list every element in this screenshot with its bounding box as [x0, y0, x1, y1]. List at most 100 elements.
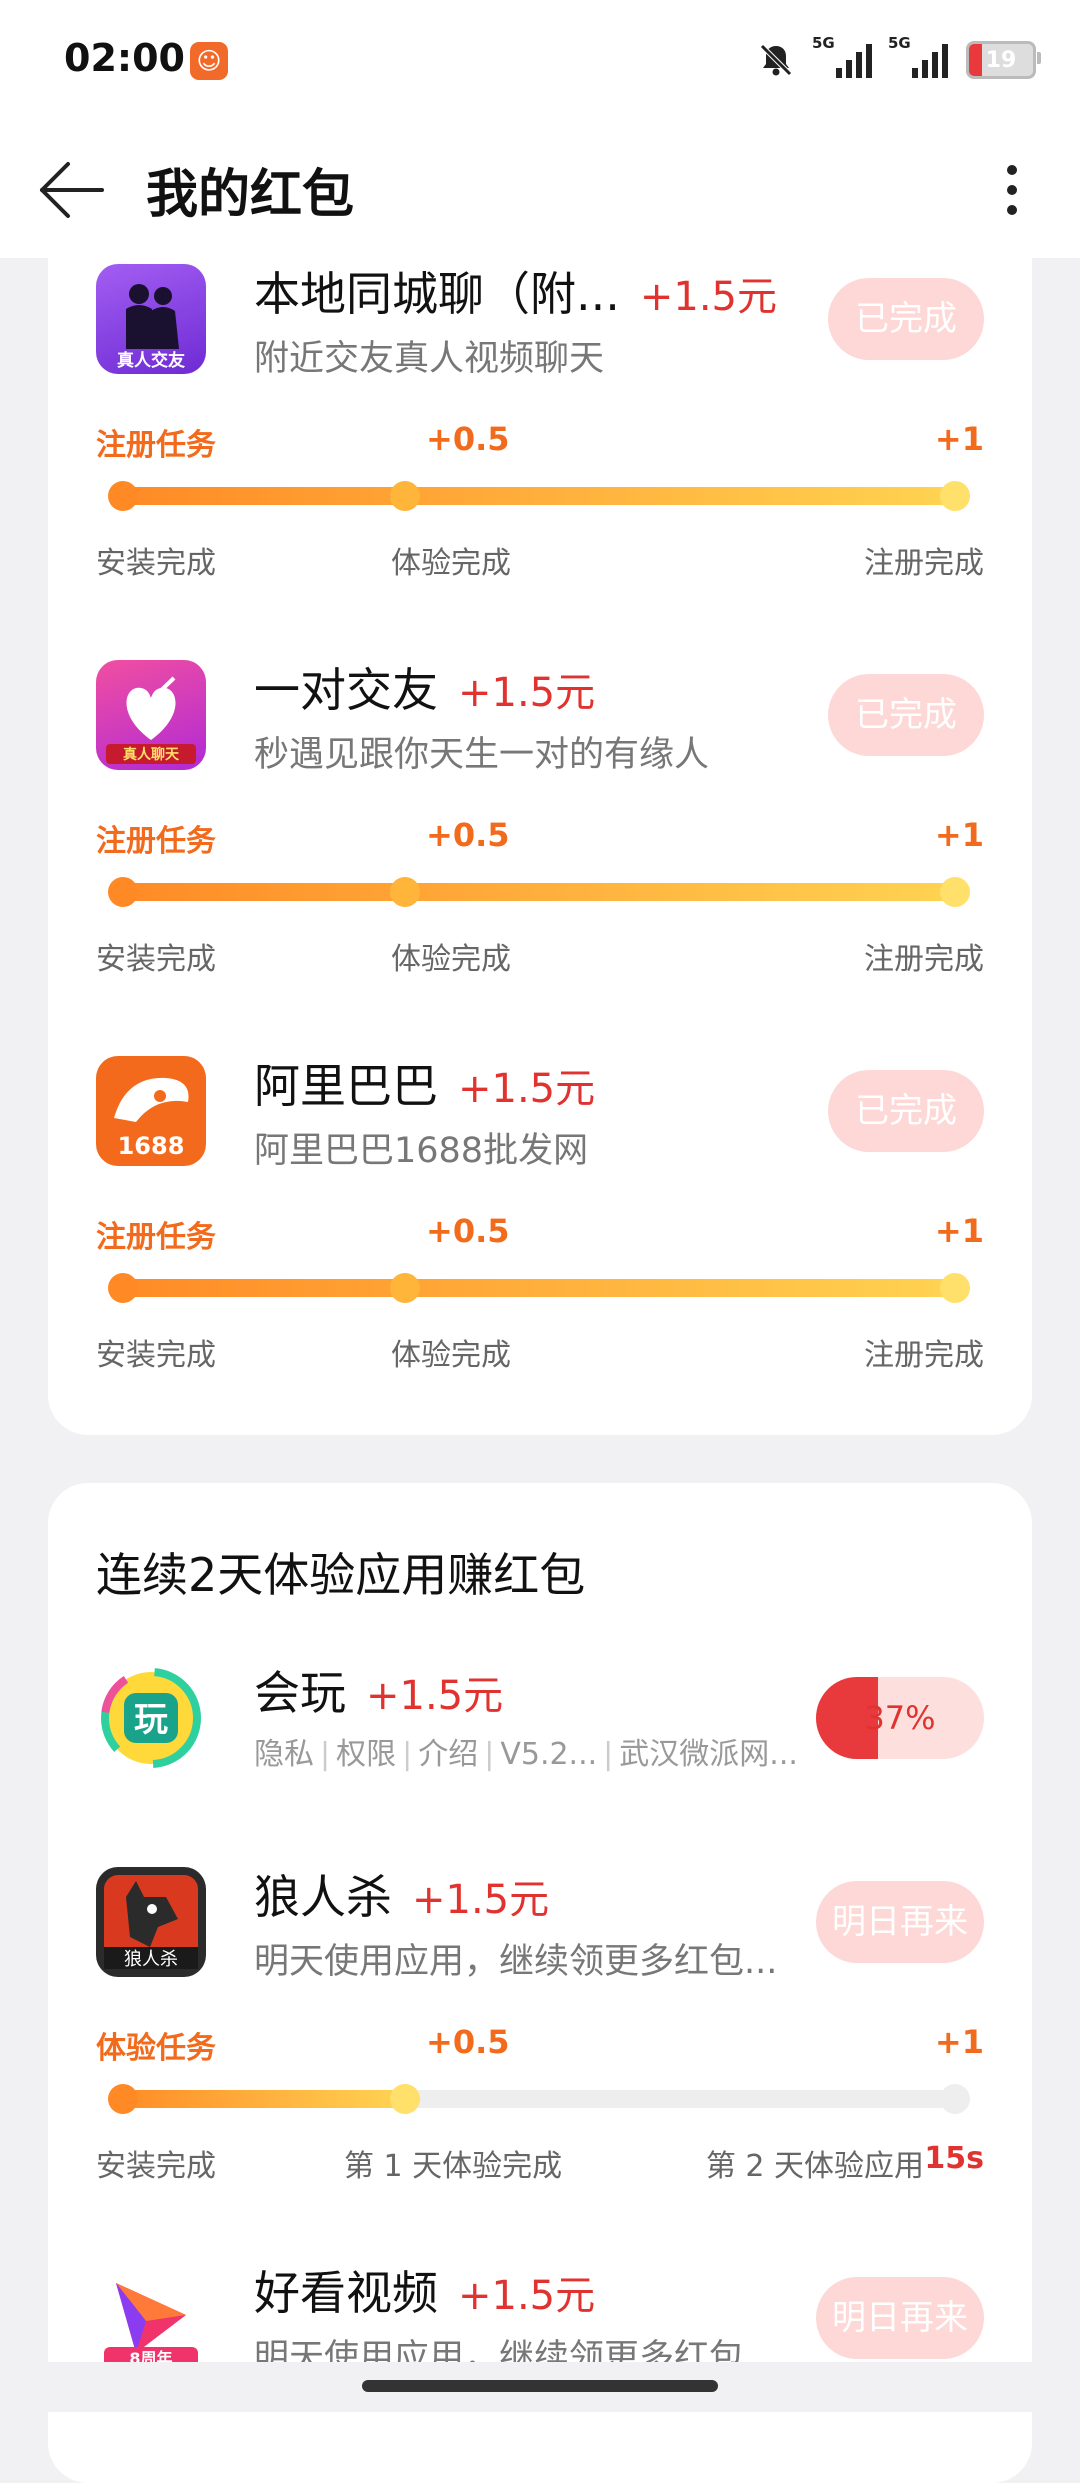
completed-button[interactable]: 已完成 — [828, 278, 984, 360]
more-options-button[interactable] — [980, 154, 1044, 226]
app-name: 本地同城聊（附... +1.5元 — [254, 267, 778, 321]
back-arrow-icon — [40, 162, 104, 218]
completed-button[interactable]: 已完成 — [828, 1070, 984, 1152]
progress-dot — [108, 481, 138, 511]
more-dot-icon — [1007, 165, 1017, 175]
stage-label: 第 2 天体验应用 — [705, 2149, 924, 2184]
stage-countdown: 15s — [924, 2141, 984, 2176]
stage-label: 第 1 天体验完成 — [344, 2149, 563, 2184]
two-day-experience-card: 连续2天体验应用赚红包 玩 会玩 +1.5元 隐私 | 权限 | 介绍 | V5.2... | 武… — [48, 1483, 1032, 2483]
task-end-reward: +1 — [934, 816, 984, 854]
app-icon-text: 1688 — [118, 1132, 185, 1160]
progress-percent: 37% — [864, 1699, 936, 1737]
progress-dot — [108, 2084, 138, 2114]
task-mid-reward: +0.5 — [426, 420, 510, 458]
app-description: 明天使用应用，继续领更多红包... — [254, 1942, 778, 1982]
progress-dot — [940, 1273, 970, 1303]
progress-track — [108, 877, 970, 907]
progress-dot — [940, 877, 970, 907]
app-notification-icon: ☺ — [190, 42, 228, 80]
reward-amount: +1.5元 — [412, 1877, 550, 1923]
status-time: 02:00 — [64, 36, 185, 80]
task-mid-reward: +0.5 — [426, 1212, 510, 1250]
stage-label: 安装完成 — [96, 942, 216, 977]
app-icon-huiwan: 玩 — [96, 1663, 206, 1773]
completed-button[interactable]: 已完成 — [828, 674, 984, 756]
progress-dot — [108, 877, 138, 907]
app-meta-links: 隐私 | 权限 | 介绍 | V5.2... | 武汉微派网... — [254, 1737, 798, 1772]
stage-label: 注册完成 — [864, 1338, 984, 1373]
task-label: 注册任务 — [96, 824, 216, 859]
progress-dot — [940, 2084, 970, 2114]
status-icons: 5G 5G 19 — [756, 34, 1041, 82]
battery-level: 19 — [985, 47, 1017, 73]
progress-track — [108, 1273, 970, 1303]
task-label: 体验任务 — [96, 2031, 216, 2066]
more-dot-icon — [1007, 185, 1017, 195]
back-button[interactable] — [36, 154, 108, 226]
app-name: 好看视频 +1.5元 — [254, 2266, 596, 2320]
stage-label: 安装完成 — [96, 1338, 216, 1373]
signal-5g-icon: 5G — [812, 34, 872, 78]
privacy-link[interactable]: 隐私 — [254, 1737, 314, 1772]
app-icon-text: 狼人杀 — [124, 1949, 178, 1970]
come-back-tomorrow-button[interactable]: 明日再来 — [816, 1881, 984, 1963]
app-description: 阿里巴巴1688批发网 — [254, 1131, 589, 1171]
registration-tasks-card: 真人交友 本地同城聊（附... +1.5元 附近交友真人视频聊天 已完成 注册任务… — [48, 240, 1032, 1435]
stage-label: 体验完成 — [391, 1338, 511, 1373]
stage-label: 体验完成 — [391, 546, 511, 581]
app-icon-alibaba: 1688 — [96, 1056, 206, 1166]
app-icon-local-chat: 真人交友 — [96, 264, 206, 374]
battery-icon: 19 — [966, 41, 1041, 79]
progress-track — [108, 2084, 970, 2114]
app-icon-text: 玩 — [134, 1700, 168, 1740]
stage-label: 体验完成 — [391, 942, 511, 977]
stage-label: 注册完成 — [864, 942, 984, 977]
task-mid-reward: +0.5 — [426, 2023, 510, 2061]
version-text: V5.2... — [500, 1737, 598, 1772]
developer-text: 武汉微派网... — [619, 1737, 798, 1772]
app-description: 附近交友真人视频聊天 — [254, 339, 605, 379]
app-name: 一对交友 +1.5元 — [254, 663, 596, 717]
progress-track — [108, 481, 970, 511]
reward-amount: +1.5元 — [458, 670, 596, 716]
app-icon-text: 真人聊天 — [123, 746, 180, 763]
permissions-link[interactable]: 权限 — [336, 1737, 396, 1772]
signal-5g-icon: 5G — [888, 34, 948, 78]
download-progress-button[interactable]: 37% — [816, 1677, 984, 1759]
task-mid-reward: +0.5 — [426, 816, 510, 854]
stage-label: 安装完成 — [96, 2149, 216, 2184]
come-back-tomorrow-button[interactable]: 明日再来 — [816, 2277, 984, 2359]
progress-dot — [108, 1273, 138, 1303]
more-dot-icon — [1007, 205, 1017, 215]
progress-dot — [390, 2084, 420, 2114]
app-icon-haokan-video: 8周年 — [96, 2263, 206, 2373]
app-description: 秒遇见跟你天生一对的有缘人 — [254, 735, 710, 775]
progress-dot — [390, 1273, 420, 1303]
section-title: 连续2天体验应用赚红包 — [96, 1548, 586, 1602]
app-bar: 我的红包 — [0, 120, 1080, 258]
home-indicator[interactable] — [362, 2380, 718, 2392]
app-icon-werewolf: 狼人杀 — [96, 1867, 206, 1977]
progress-dot — [390, 877, 420, 907]
progress-fill — [114, 2090, 404, 2108]
app-name: 会玩 +1.5元 — [254, 1666, 504, 1720]
reward-amount: +1.5元 — [458, 2273, 596, 2319]
reward-amount: +1.5元 — [366, 1673, 504, 1719]
task-label: 注册任务 — [96, 1220, 216, 1255]
task-label: 注册任务 — [96, 428, 216, 463]
reward-amount: +1.5元 — [639, 274, 778, 320]
status-bar: 02:00 ☺ 5G 5G 19 — [0, 0, 1080, 120]
reward-amount: +1.5元 — [458, 1066, 596, 1112]
app-name: 狼人杀 +1.5元 — [254, 1870, 550, 1924]
stage-label: 安装完成 — [96, 546, 216, 581]
task-end-reward: +1 — [934, 1212, 984, 1250]
stage-label: 注册完成 — [864, 546, 984, 581]
intro-link[interactable]: 介绍 — [418, 1737, 478, 1772]
page-title: 我的红包 — [146, 165, 355, 225]
task-end-reward: +1 — [934, 2023, 984, 2061]
app-name: 阿里巴巴 +1.5元 — [254, 1059, 596, 1113]
bell-muted-icon — [760, 44, 792, 76]
task-end-reward: +1 — [934, 420, 984, 458]
app-icon-text: 真人交友 — [117, 350, 185, 371]
